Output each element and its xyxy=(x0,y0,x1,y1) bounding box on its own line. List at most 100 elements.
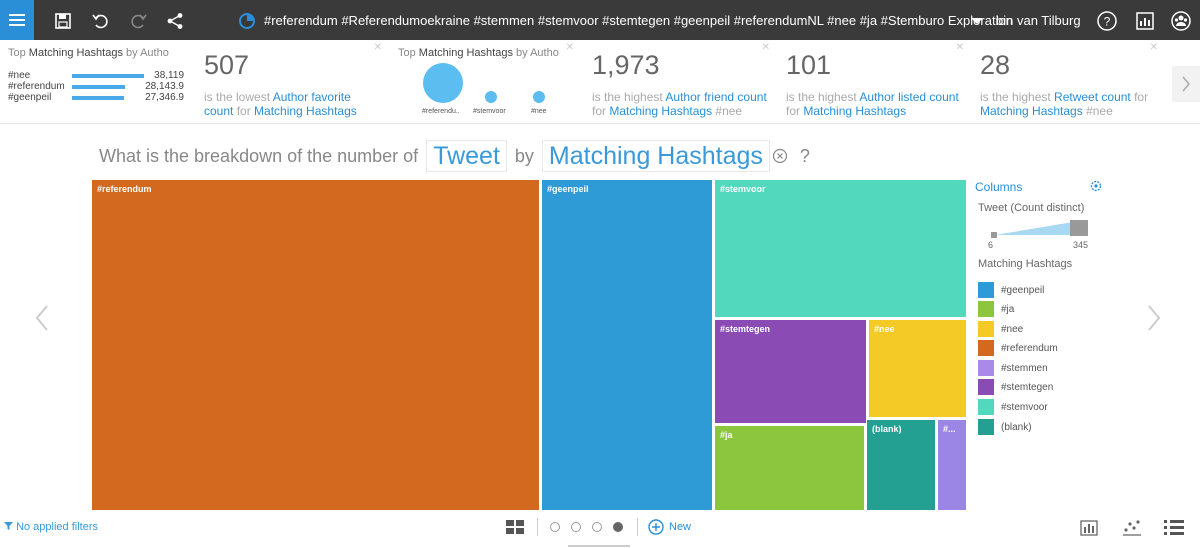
filter-icon xyxy=(4,522,13,530)
add-icon xyxy=(648,519,664,535)
kpi-card-listed[interactable]: ✕ 101 is the highest Author listed count… xyxy=(774,40,968,124)
legend-item-geenpeil[interactable]: #geenpeil xyxy=(978,282,1044,298)
chevron-right-icon xyxy=(1182,76,1190,92)
scroll-handle[interactable] xyxy=(568,545,630,547)
footer-bar: No applied filters New xyxy=(0,512,1200,548)
page-dot[interactable] xyxy=(550,522,560,532)
kpi-value: 101 xyxy=(786,50,832,80)
treemap-cell-stemvoor[interactable]: #stemvoor xyxy=(715,180,966,317)
legend-item-referendum[interactable]: #referendum xyxy=(978,340,1058,356)
legend-panel: Columns Tweet (Count distinct) 6 345 Mat… xyxy=(975,180,1105,435)
kpi-description: is the lowest Author favorite count for … xyxy=(204,90,357,118)
exploration-title[interactable]: #referendum #Referendumoekraine #stemmen… xyxy=(264,0,1013,40)
filter-status[interactable]: No applied filters xyxy=(4,521,98,533)
scatter-chart-icon[interactable] xyxy=(1122,518,1142,536)
treemap-cell-blank[interactable]: (blank) xyxy=(867,420,935,510)
grid-view-icon[interactable] xyxy=(506,520,524,534)
legend-item-stemtegen[interactable]: #stemtegen xyxy=(978,379,1053,395)
chevron-down-icon xyxy=(971,18,983,24)
question-prefix: What is the breakdown of the number of xyxy=(99,145,419,166)
bar-chart-icon[interactable] xyxy=(1080,518,1098,536)
mini-bar xyxy=(72,74,144,78)
mini-bar xyxy=(72,96,124,100)
menu-icon xyxy=(9,14,25,26)
measure-chip[interactable]: Tweet xyxy=(426,140,507,172)
question-by: by xyxy=(514,145,534,166)
undo-icon xyxy=(92,14,108,29)
save-button[interactable] xyxy=(52,10,74,32)
chart-icon xyxy=(1136,12,1154,30)
legend-item-stemmen[interactable]: #stemmen xyxy=(978,360,1048,376)
legend-columns-header[interactable]: Columns xyxy=(975,180,1105,194)
new-page-button[interactable]: New xyxy=(648,518,691,536)
mini-bar-card[interactable]: Top Matching Hashtags by Autho #nee 38,1… xyxy=(0,40,192,124)
user-group-icon xyxy=(1171,11,1191,31)
prev-page-arrow[interactable] xyxy=(34,304,50,332)
size-legend-title: Tweet (Count distinct) xyxy=(978,202,1085,214)
undo-button[interactable] xyxy=(90,10,112,32)
kpi-value: 1,973 xyxy=(592,50,660,80)
remove-dimension-icon[interactable] xyxy=(772,148,788,164)
page-dot[interactable] xyxy=(571,522,581,532)
kpi-value: 507 xyxy=(204,50,250,80)
treemap-cell-ja[interactable]: #ja xyxy=(715,426,864,510)
top-toolbar: #referendum #Referendumoekraine #stemmen… xyxy=(0,0,1200,40)
divider xyxy=(537,518,538,536)
mini-bar-title: Top Matching Hashtags by Autho xyxy=(8,47,169,59)
size-legend-scale xyxy=(991,220,1088,238)
dimension-chip[interactable]: Matching Hashtags xyxy=(541,140,770,172)
kpi-next-button[interactable] xyxy=(1172,66,1200,102)
size-legend-max: 345 xyxy=(1073,240,1089,250)
mini-bar xyxy=(72,85,126,89)
bubble-label: #stemvoor xyxy=(473,108,506,115)
svg-text:?: ? xyxy=(1104,15,1111,29)
divider xyxy=(637,518,638,536)
close-icon[interactable]: ✕ xyxy=(956,42,964,53)
share-button[interactable] xyxy=(164,10,186,32)
menu-button[interactable] xyxy=(0,0,34,40)
user-button[interactable] xyxy=(1170,10,1192,32)
kpi-description: is the highest Retweet count for Matchin… xyxy=(980,90,1149,118)
share-icon xyxy=(167,13,183,29)
close-icon[interactable]: ✕ xyxy=(374,42,382,53)
mini-bar-row[interactable]: #geenpeil 27,346.9 xyxy=(8,92,184,104)
treemap-cell-nee[interactable]: #nee xyxy=(869,320,966,417)
legend-item-stemvoor[interactable]: #stemvoor xyxy=(978,399,1048,415)
bubble[interactable] xyxy=(423,63,463,103)
kpi-description: is the highest Author friend count for M… xyxy=(592,90,767,118)
settings-icon[interactable] xyxy=(1090,180,1102,192)
bubble-label: #nee xyxy=(531,108,547,115)
treemap-cell-referendum[interactable]: #referendum xyxy=(92,180,539,510)
user-name[interactable]: bin van Tilburg xyxy=(996,0,1081,40)
kpi-card-retweet[interactable]: ✕ 28 is the highest Retweet count for Ma… xyxy=(968,40,1162,124)
color-legend-title: Matching Hashtags xyxy=(978,258,1073,270)
list-view-icon[interactable] xyxy=(1164,518,1184,536)
page-dot-active[interactable] xyxy=(613,522,623,532)
page-dot[interactable] xyxy=(592,522,602,532)
help-button[interactable]: ? xyxy=(1096,10,1118,32)
close-icon[interactable]: ✕ xyxy=(1150,42,1158,53)
legend-item-nee[interactable]: #nee xyxy=(978,321,1023,337)
bubble-label: #referendu.. xyxy=(422,108,460,115)
redo-icon xyxy=(131,14,147,29)
redo-button[interactable] xyxy=(127,10,149,32)
treemap-chart: #referendum #geenpeil #stemvoor #stemteg… xyxy=(92,180,966,510)
bubble[interactable] xyxy=(533,91,545,103)
treemap-cell-stemtegen[interactable]: #stemtegen xyxy=(715,320,866,423)
exploration-icon-button[interactable] xyxy=(236,10,258,32)
legend-item-blank[interactable]: (blank) xyxy=(978,419,1032,435)
bubble[interactable] xyxy=(485,91,497,103)
bubble-card[interactable]: ✕ Top Matching Hashtags by Autho #refere… xyxy=(390,40,578,124)
next-page-arrow[interactable] xyxy=(1146,304,1162,332)
question-suffix: ? xyxy=(799,145,810,166)
chart-button[interactable] xyxy=(1134,10,1156,32)
help-icon: ? xyxy=(1097,11,1117,31)
close-icon[interactable]: ✕ xyxy=(762,42,770,53)
kpi-row: Top Matching Hashtags by Autho #nee 38,1… xyxy=(0,40,1200,124)
title-dropdown[interactable] xyxy=(966,10,988,32)
legend-item-ja[interactable]: #ja xyxy=(978,301,1014,317)
treemap-cell-stemmen[interactable]: #... xyxy=(938,420,966,510)
treemap-cell-geenpeil[interactable]: #geenpeil xyxy=(542,180,712,510)
kpi-card-friend[interactable]: ✕ 1,973 is the highest Author friend cou… xyxy=(580,40,774,124)
kpi-card-favorite[interactable]: ✕ 507 is the lowest Author favorite coun… xyxy=(192,40,386,124)
